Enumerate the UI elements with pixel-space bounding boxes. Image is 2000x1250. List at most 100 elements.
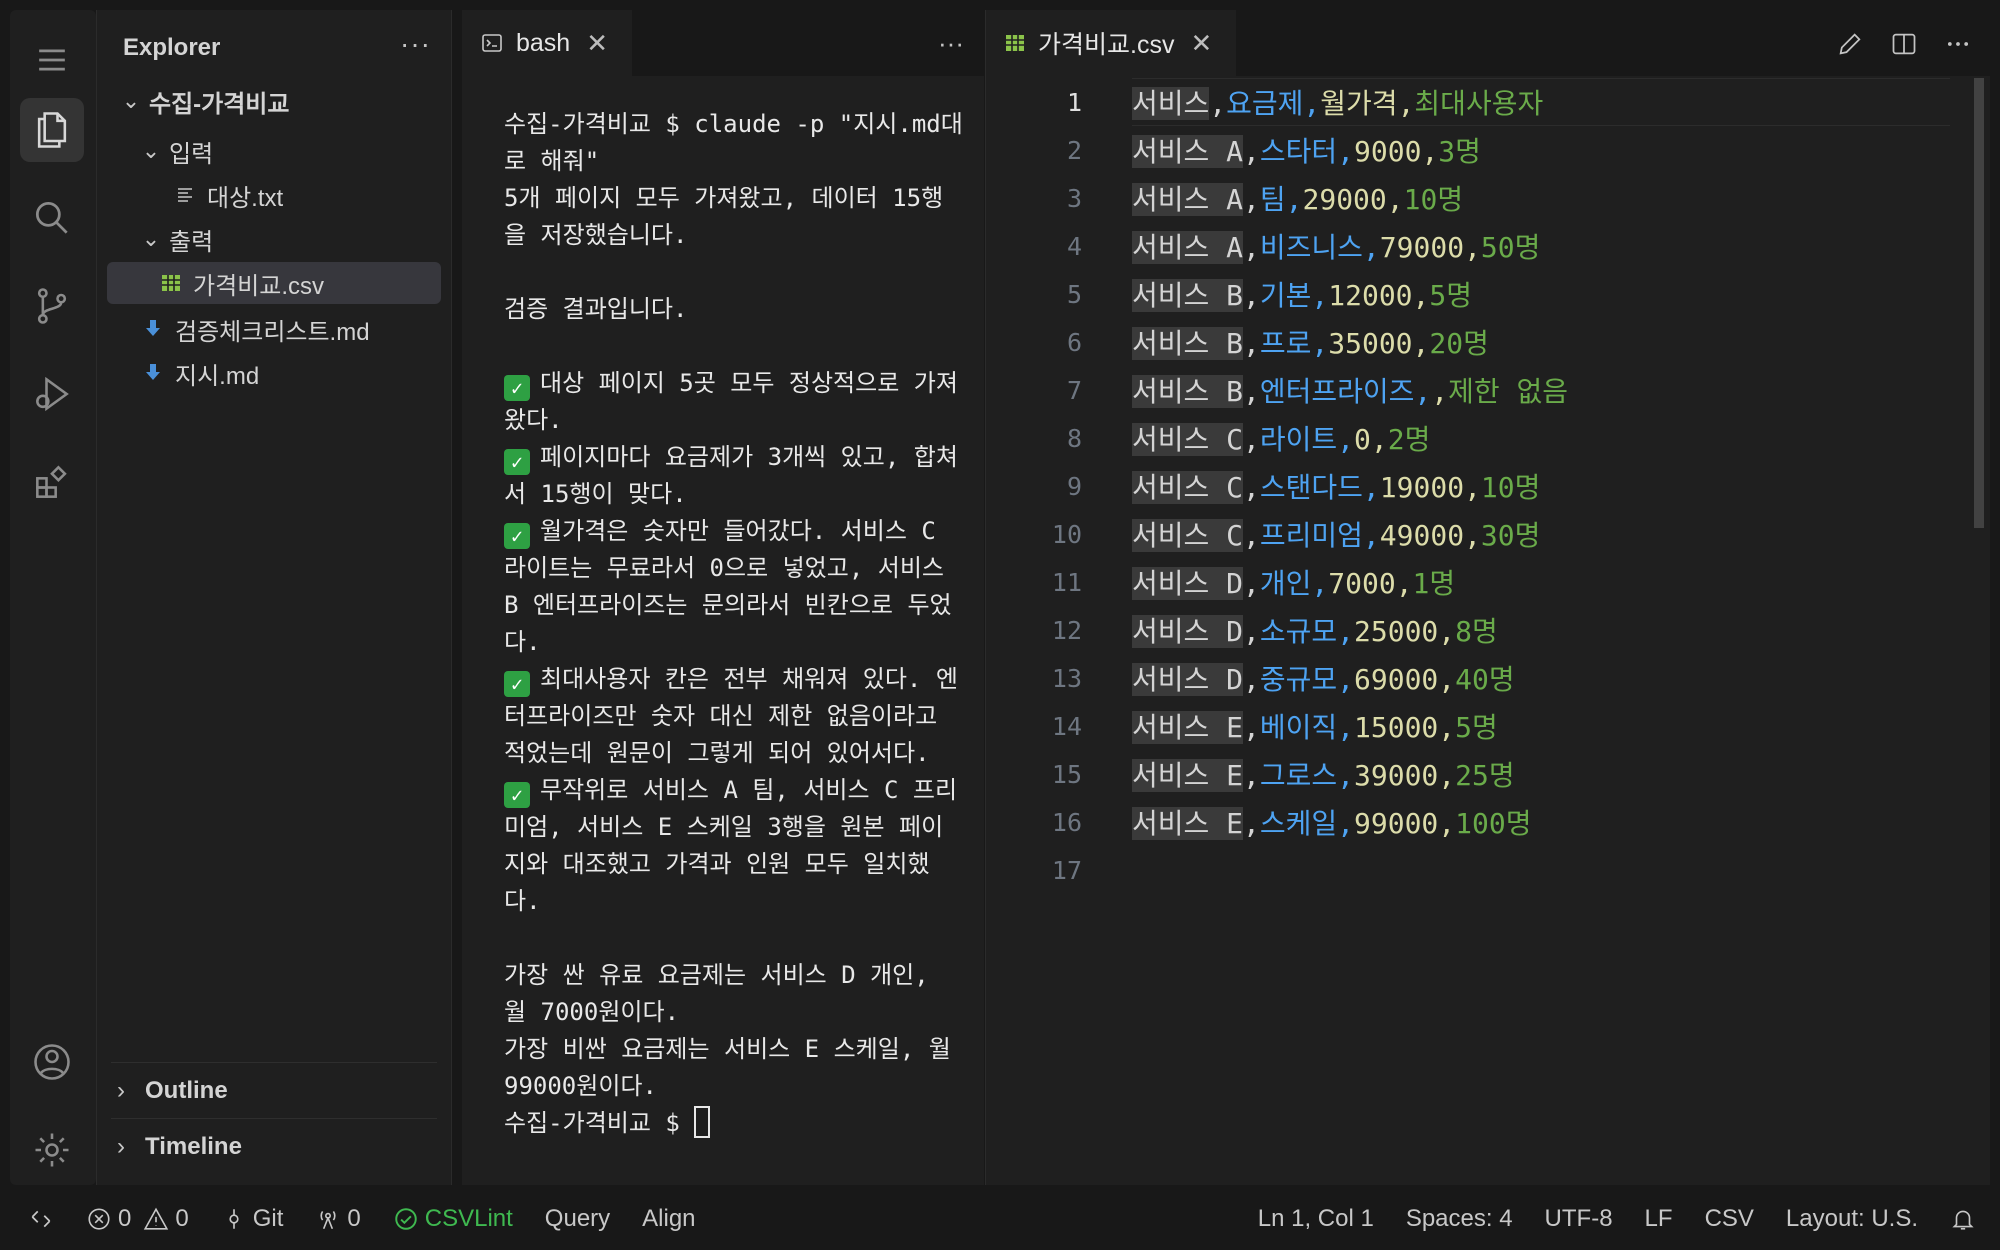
tree-file-target[interactable]: 대상.txt bbox=[107, 174, 441, 216]
tree-folder-input[interactable]: ⌄ 입력 bbox=[107, 130, 441, 172]
line-number: 9 bbox=[1066, 471, 1082, 501]
csv-cell: 10명 bbox=[1480, 471, 1541, 504]
align-button[interactable]: Align bbox=[642, 1205, 695, 1233]
tree-file-csv[interactable]: 가격비교.csv bbox=[107, 262, 441, 304]
csv-cell: 스케일 bbox=[1259, 807, 1338, 840]
split-editor-icon[interactable] bbox=[1890, 30, 1918, 63]
csv-cell: 월가격 bbox=[1320, 87, 1398, 120]
sidebar-more-actions[interactable]: ··· bbox=[400, 28, 431, 60]
source-control-icon[interactable] bbox=[20, 274, 84, 338]
csvlint-status[interactable]: CSVLint bbox=[393, 1205, 513, 1233]
tree-folder-output[interactable]: ⌄ 출력 bbox=[107, 218, 441, 260]
code-line[interactable]: 8 서비스 C,라이트,0,2명 bbox=[986, 414, 1960, 462]
csv-row: 서비스 E,베이직,15000,5명 bbox=[1132, 711, 1498, 744]
line-number: 14 bbox=[1051, 711, 1082, 741]
close-icon[interactable]: ✕ bbox=[586, 28, 608, 59]
tab-bash[interactable]: bash ✕ bbox=[462, 10, 632, 76]
tab-csv[interactable]: 가격비교.csv ✕ bbox=[986, 10, 1236, 76]
terminal-line: 5개 페이지 모두 가져왔고, 데이터 15행을 저장했습니다. bbox=[504, 184, 944, 249]
csv-cell: 서비스 A bbox=[1132, 183, 1243, 216]
line-number: 11 bbox=[1051, 567, 1082, 597]
problems-indicator[interactable]: 0 0 bbox=[86, 1205, 189, 1233]
code-line[interactable]: 10 서비스 C,프리미엄,49000,30명 bbox=[986, 510, 1960, 558]
code-line[interactable]: 3 서비스 A,팀,29000,10명 bbox=[986, 174, 1960, 222]
extensions-icon[interactable] bbox=[20, 450, 84, 514]
tree-file-instructions[interactable]: 지시.md bbox=[107, 352, 441, 394]
text-file-icon bbox=[173, 183, 197, 207]
code-line[interactable]: 12 서비스 D,소규모,25000,8명 bbox=[986, 606, 1960, 654]
editor-tabbar: 가격비교.csv ✕ bbox=[986, 10, 1990, 76]
tree-file-checklist[interactable]: 검증체크리스트.md bbox=[107, 308, 441, 350]
end-of-line[interactable]: LF bbox=[1645, 1205, 1673, 1233]
query-button[interactable]: Query bbox=[545, 1205, 610, 1233]
csv-row: 서비스 D,소규모,25000,8명 bbox=[1132, 615, 1498, 648]
code-line[interactable]: 15 서비스 E,그로스,39000,25명 bbox=[986, 750, 1960, 798]
csv-cell: 9000 bbox=[1354, 135, 1422, 168]
indentation[interactable]: Spaces: 4 bbox=[1406, 1205, 1513, 1233]
menu-icon[interactable] bbox=[20, 28, 84, 92]
ports-indicator[interactable]: 0 bbox=[315, 1205, 361, 1233]
terminal-more-actions[interactable]: ··· bbox=[938, 28, 964, 59]
code-line[interactable]: 7 서비스 B,엔터프라이즈,,제한 없음 bbox=[986, 366, 1960, 414]
terminal-tabbar: bash ✕ ··· bbox=[462, 10, 984, 76]
account-icon[interactable] bbox=[20, 1030, 84, 1094]
pencil-icon[interactable] bbox=[1836, 30, 1864, 63]
csv-cell: 19000 bbox=[1379, 471, 1465, 504]
outline-section[interactable]: › Outline bbox=[111, 1062, 437, 1118]
csv-cell: 25000 bbox=[1354, 615, 1439, 648]
code-line[interactable]: 5 서비스 B,기본,12000,5명 bbox=[986, 270, 1960, 318]
keyboard-layout[interactable]: Layout: U.S. bbox=[1786, 1205, 1918, 1233]
editor-scrollbar[interactable] bbox=[1974, 78, 1984, 528]
timeline-section[interactable]: › Timeline bbox=[111, 1118, 437, 1174]
csv-row: 서비스 E,그로스,39000,25명 bbox=[1132, 759, 1515, 792]
file-checklist-label: 검증체크리스트.md bbox=[175, 318, 370, 346]
csv-cell: 스타터 bbox=[1259, 135, 1338, 168]
git-status[interactable]: Git bbox=[221, 1205, 283, 1233]
check-circle-icon bbox=[393, 1206, 419, 1232]
code-line[interactable]: 14 서비스 E,베이직,15000,5명 bbox=[986, 702, 1960, 750]
code-line[interactable]: 6 서비스 B,프로,35000,20명 bbox=[986, 318, 1960, 366]
csv-cell: 35000 bbox=[1328, 327, 1413, 360]
csv-cell: 서비스 D bbox=[1132, 615, 1243, 648]
explorer-icon[interactable] bbox=[20, 98, 84, 162]
line-number: 7 bbox=[1066, 375, 1082, 405]
settings-gear-icon[interactable] bbox=[20, 1118, 84, 1182]
sidebar-title: Explorer bbox=[123, 34, 221, 61]
csv-file-icon bbox=[1004, 32, 1026, 54]
markdown-download-icon bbox=[141, 317, 165, 341]
code-line[interactable]: 2 서비스 A,스타터,9000,3명 bbox=[986, 126, 1960, 174]
cursor-position[interactable]: Ln 1, Col 1 bbox=[1258, 1205, 1374, 1233]
bell-icon[interactable] bbox=[1950, 1206, 1976, 1232]
csv-cell: 최대사용자 bbox=[1414, 87, 1544, 120]
csv-cell: 비즈니스 bbox=[1259, 231, 1363, 264]
code-line[interactable]: 16 서비스 E,스케일,99000,100명 bbox=[986, 798, 1960, 846]
code-line[interactable]: 13 서비스 D,중규모,69000,40명 bbox=[986, 654, 1960, 702]
csv-cell: 요금제 bbox=[1226, 87, 1304, 120]
csv-cell: 8명 bbox=[1455, 615, 1498, 648]
code-line[interactable]: 11 서비스 D,개인,7000,1명 bbox=[986, 558, 1960, 606]
terminal-output[interactable]: 수집-가격비교 $ claude -p "지시.md대로 해줘" 5개 페이지 모… bbox=[504, 106, 964, 1142]
encoding[interactable]: UTF-8 bbox=[1545, 1205, 1613, 1233]
run-debug-icon[interactable] bbox=[20, 362, 84, 426]
csv-row: 서비스,요금제,월가격,최대사용자 bbox=[1132, 87, 1544, 120]
close-icon[interactable]: ✕ bbox=[1190, 28, 1212, 59]
terminal-prompt: 수집-가격비교 $ bbox=[504, 1109, 695, 1137]
status-bar: 0 0 Git 0 CSVLint Query Align Ln 1, Col … bbox=[0, 1188, 2000, 1250]
line-number: 17 bbox=[1051, 855, 1082, 885]
csv-cell: 25명 bbox=[1455, 759, 1515, 792]
search-icon[interactable] bbox=[20, 186, 84, 250]
tab-csv-label: 가격비교.csv bbox=[1038, 31, 1175, 59]
folder-output-label: 출력 bbox=[169, 228, 214, 256]
tree-root-folder[interactable]: ⌄ 수집-가격비교 bbox=[107, 80, 441, 122]
code-line[interactable]: 9 서비스 C,스탠다드,19000,10명 bbox=[986, 462, 1960, 510]
line-number: 6 bbox=[1066, 327, 1082, 357]
csv-cell: 5명 bbox=[1455, 711, 1498, 744]
terminal-line: 월가격은 숫자만 들어갔다. 서비스 C 라이트는 무료라서 0으로 넣었고, … bbox=[504, 517, 959, 656]
code-line[interactable]: 4 서비스 A,비즈니스,79000,50명 bbox=[986, 222, 1960, 270]
more-actions-icon[interactable] bbox=[1944, 30, 1972, 63]
remote-icon[interactable] bbox=[28, 1206, 54, 1232]
language-mode[interactable]: CSV bbox=[1705, 1205, 1754, 1233]
code-line[interactable]: 17 bbox=[986, 846, 1960, 894]
code-line[interactable]: 1 서비스,요금제,월가격,최대사용자 bbox=[986, 78, 1960, 126]
chevron-down-icon: ⌄ bbox=[141, 138, 161, 163]
